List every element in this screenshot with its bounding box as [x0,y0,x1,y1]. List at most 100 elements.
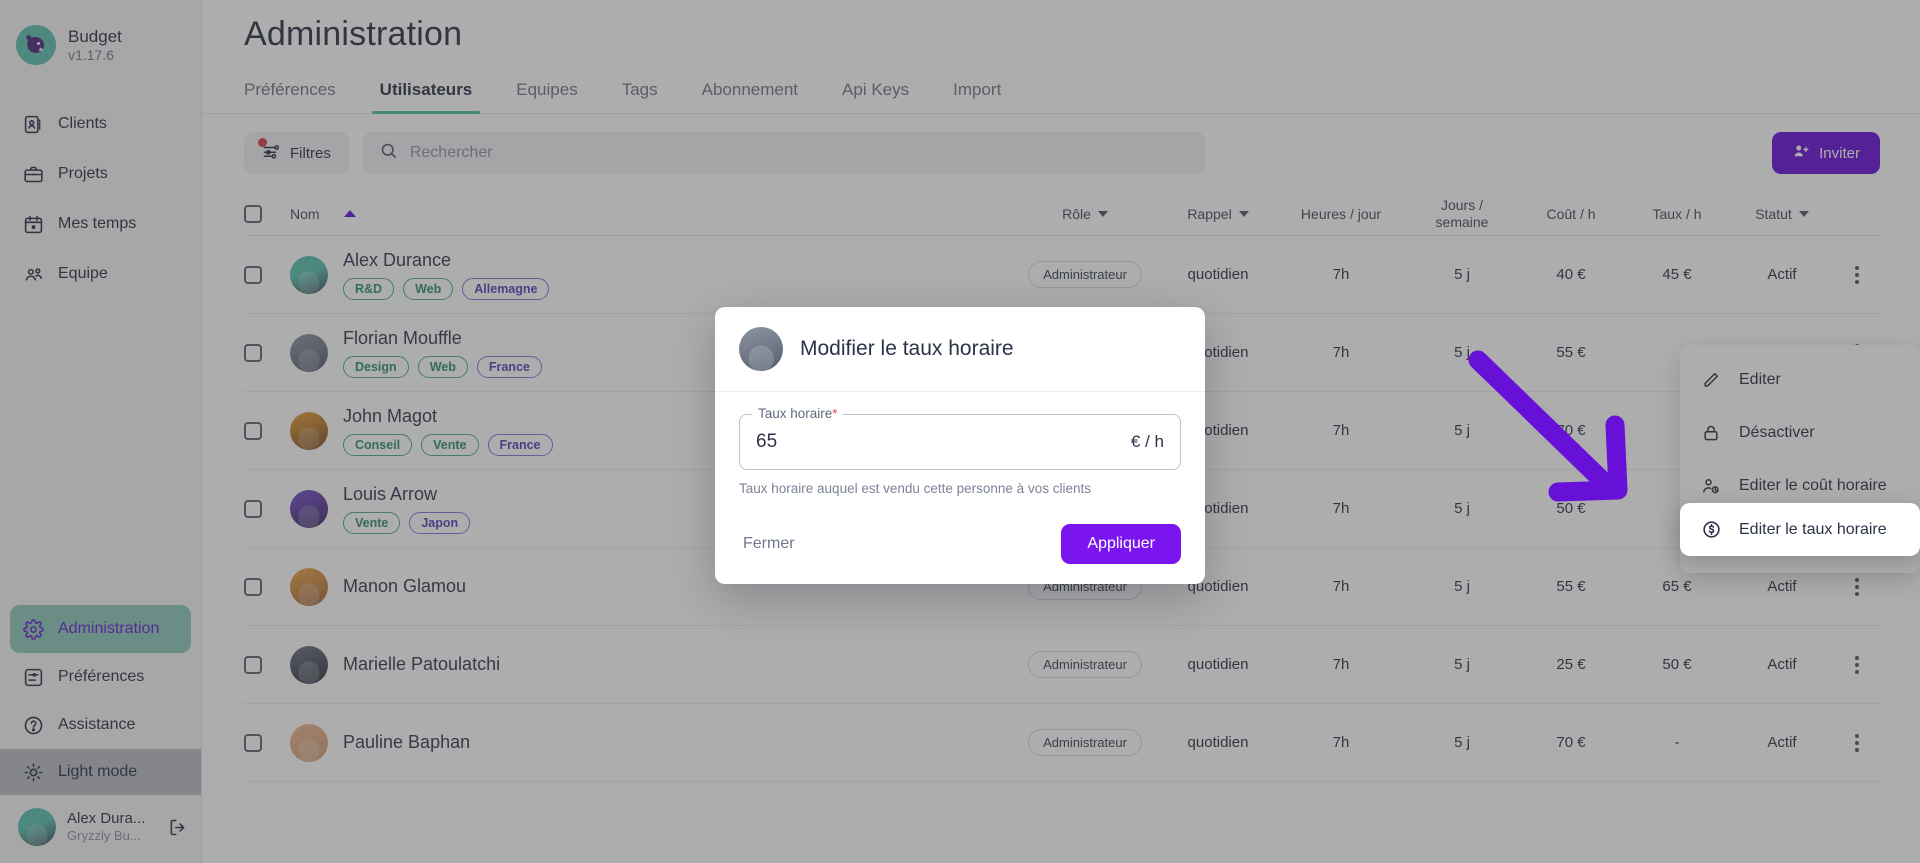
tab-preferences[interactable]: Préférences [244,80,358,113]
table-row[interactable]: Alex Durance R&D Web Allemagne Administrat… [244,236,1880,314]
column-header-nom[interactable]: Nom [290,206,1010,222]
column-header-rappel[interactable]: Rappel [1160,206,1276,222]
tab-utilisateurs[interactable]: Utilisateurs [358,80,495,114]
column-label: Nom [290,205,320,222]
column-header-statut[interactable]: Statut [1730,206,1834,222]
row-checkbox[interactable] [244,421,262,440]
row-cout-cell: 55 € [1556,578,1586,595]
row-checkbox[interactable] [244,577,262,596]
hourly-rate-label-text: Taux horaire [758,406,833,421]
menu-item-editer[interactable]: Editer [1680,353,1920,406]
tab-import[interactable]: Import [931,80,1023,113]
hourly-rate-input[interactable] [756,431,1121,453]
tag[interactable]: Design [343,355,409,378]
column-header-heures-jour: Heures / jour [1276,206,1406,222]
avatar [18,808,56,846]
row-actions-cell[interactable] [1834,265,1880,284]
sidebar-item-label: Equipe [58,265,108,282]
tag[interactable]: Conseil [343,433,413,456]
tag[interactable]: Web [403,277,454,300]
tag-country[interactable]: Allemagne [462,277,550,300]
sidebar-item-preferences[interactable]: Préférences [10,653,191,701]
brand[interactable]: Budget v1.17.6 [0,0,201,72]
user-name: Florian Mouffle [343,327,462,348]
sidebar-nav-main: Clients Projets Mes temps Equipe [0,100,201,298]
row-checkbox[interactable] [244,499,262,518]
column-label: Taux / h [1652,205,1702,222]
edit-hourly-rate-modal: Modifier le taux horaire Taux horaire* €… [715,307,1205,584]
kebab-menu-icon[interactable] [1855,733,1859,752]
kebab-menu-icon[interactable] [1855,655,1859,674]
sun-icon [22,761,44,783]
row-select-cell [244,265,290,284]
row-actions-cell[interactable] [1834,655,1880,674]
tag-country[interactable]: France [487,433,553,456]
search-box[interactable] [362,132,1205,174]
row-checkbox[interactable] [244,343,262,362]
search-input[interactable] [409,144,1189,162]
select-all-checkbox[interactable] [244,204,262,223]
tag-country[interactable]: Japon [409,511,471,534]
hourly-rate-field[interactable]: Taux horaire* € / h [739,406,1181,470]
tag[interactable]: Web [417,355,468,378]
sidebar-item-label: Clients [58,115,107,132]
sidebar-item-administration[interactable]: Administration [10,605,191,653]
sidebar-item-clients[interactable]: Clients [10,100,191,148]
filters-badge-dot [258,138,267,147]
user-tags: Design Web France [343,355,542,378]
role-badge: Administrateur [1028,729,1142,756]
tab-equipes[interactable]: Equipes [494,80,599,113]
sidebar-item-label: Mes temps [58,215,137,232]
filters-button[interactable]: Filtres [244,132,349,174]
invite-button[interactable]: Inviter [1772,132,1880,174]
menu-item-editer-taux-horaire-row[interactable]: Editer le taux horaire [1680,503,1920,556]
apply-button[interactable]: Appliquer [1061,524,1181,564]
sidebar-item-equipe[interactable]: Equipe [10,250,191,298]
tab-abonnement[interactable]: Abonnement [680,80,820,113]
column-header-cout-h: Coût / h [1518,206,1624,222]
role-badge: Administrateur [1028,651,1142,678]
row-checkbox[interactable] [244,733,262,752]
row-name-cell: Pauline Baphan [290,723,1010,762]
tag[interactable]: Vente [421,433,479,456]
menu-item-desactiver[interactable]: Désactiver [1680,406,1920,459]
row-checkbox[interactable] [244,265,262,284]
table-row[interactable]: Pauline Baphan Administrateur quotidien … [244,704,1880,782]
kebab-menu-icon[interactable] [1855,577,1859,596]
column-header-role[interactable]: Rôle [1010,206,1160,222]
column-header-jours-semaine: Jours / semaine [1406,197,1518,230]
tag[interactable]: Vente [343,511,401,534]
tab-api-keys[interactable]: Api Keys [820,80,931,113]
row-heures-cell: 7h [1332,656,1350,673]
column-label: Rappel [1187,205,1232,222]
currency-suffix: € / h [1130,432,1164,451]
gear-icon [22,618,44,640]
column-label-line2: semaine [1435,213,1489,230]
sidebar-user-org: Gryzzly Bu... [67,828,141,844]
sidebar-item-mes-temps[interactable]: Mes temps [10,200,191,248]
row-actions-cell[interactable] [1834,733,1880,752]
row-role-cell: Administrateur [1010,651,1160,678]
logout-icon[interactable] [165,815,189,839]
row-actions-cell[interactable] [1834,577,1880,596]
avatar [739,327,783,371]
tab-tags[interactable]: Tags [600,80,680,113]
avatar [290,411,328,450]
close-button[interactable]: Fermer [739,527,799,561]
sidebar-item-assistance[interactable]: Assistance [10,701,191,749]
sidebar-item-projets[interactable]: Projets [10,150,191,198]
column-label-line1: Jours / [1440,196,1483,213]
sidebar-user-box[interactable]: Alex Dura... Gryzzly Bu... [0,795,201,863]
modal-title: Modifier le taux horaire [800,337,1014,360]
invite-label: Inviter [1819,144,1860,162]
row-checkbox[interactable] [244,655,262,674]
avatar [290,645,328,684]
theme-toggle-light-mode[interactable]: Light mode [0,749,201,795]
table-row[interactable]: Marielle Patoulatchi Administrateur quot… [244,626,1880,704]
tag[interactable]: R&D [343,277,395,300]
tag-country[interactable]: France [476,355,542,378]
user-name: Pauline Baphan [343,732,471,752]
column-label: Rôle [1062,205,1091,222]
kebab-menu-icon[interactable] [1855,265,1859,284]
menu-item-editer-taux-horaire[interactable]: Editer le taux horaire [1680,503,1920,556]
